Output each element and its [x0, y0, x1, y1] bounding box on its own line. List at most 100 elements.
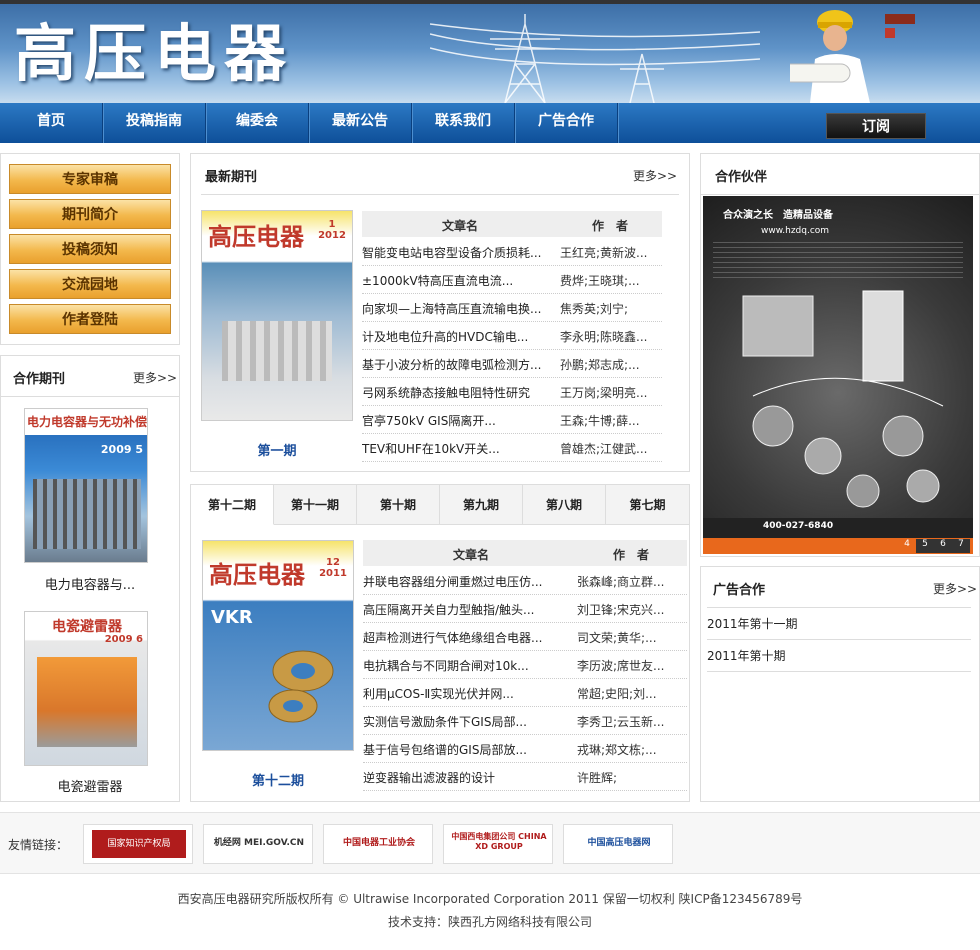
pager-page[interactable]: 4: [898, 539, 916, 553]
tab-issue-11[interactable]: 第十一期: [274, 485, 357, 525]
nav-advertising[interactable]: 广告合作: [515, 103, 618, 143]
pager-page[interactable]: 7: [952, 539, 970, 553]
article-author: 焦秀英;刘宁;: [560, 302, 629, 316]
latest-journal-cover[interactable]: 高压电器 1 2012: [201, 210, 353, 421]
partner-ad-footer: 400-027-6840: [703, 518, 973, 538]
article-title[interactable]: 并联电容器组分闸重燃过电压仿...: [363, 573, 569, 590]
article-title[interactable]: 基于信号包络谱的GIS局部放...: [363, 741, 569, 758]
sidebar-author-login[interactable]: 作者登陆: [9, 304, 171, 334]
partner-ad-url: www.hzdq.com: [761, 226, 830, 236]
tab-issue-7[interactable]: 第七期: [606, 485, 689, 525]
article-author: 张森峰;商立群...: [577, 575, 665, 589]
article-row[interactable]: TEV和UHF在10kV开关... 曾雄杰;江健武...: [362, 434, 662, 462]
site-banner: 高压电器: [0, 4, 980, 103]
coop-journal-caption[interactable]: 电瓷避雷器: [1, 776, 179, 795]
article-author: 李秀卫;云玉新...: [577, 715, 665, 729]
ads-more-link[interactable]: 更多>>: [933, 580, 977, 597]
issue-label[interactable]: 第十二期: [202, 770, 354, 789]
sidebar-journal-intro[interactable]: 期刊简介: [9, 199, 171, 229]
tab-issue-8[interactable]: 第八期: [523, 485, 606, 525]
article-title[interactable]: 利用μCOS-Ⅱ实现光伏并网...: [363, 685, 569, 702]
article-title[interactable]: 计及地电位升高的HVDC输电...: [362, 328, 552, 345]
article-title[interactable]: 基于小波分析的故障电弧检测方...: [362, 356, 552, 373]
article-title[interactable]: 智能变电站电容型设备介质损耗...: [362, 244, 552, 261]
article-row[interactable]: 利用μCOS-Ⅱ实现光伏并网... 常超;史阳;刘...: [363, 679, 687, 707]
article-row[interactable]: 超声检测进行气体绝缘组合电器... 司文荣;黄华;...: [363, 623, 687, 651]
article-row[interactable]: 官亭750kV GIS隔离开... 王森;牛博;薛...: [362, 406, 662, 434]
divider: [707, 607, 971, 608]
article-title[interactable]: 逆变器输出滤波器的设计: [363, 769, 569, 786]
sidebar-expert-review[interactable]: 专家审稿: [9, 164, 171, 194]
latest-journal-more-link[interactable]: 更多>>: [633, 167, 677, 184]
friend-link-logo: 中国高压电器网: [587, 838, 651, 848]
subscribe-button[interactable]: 订阅: [826, 113, 926, 139]
article-row[interactable]: 弓网系统静态接触电阻特性研究 王万岗;梁明亮...: [362, 378, 662, 406]
tab-issue-10[interactable]: 第十期: [357, 485, 440, 525]
cover-title: 高压电器: [209, 560, 305, 589]
tab-issue-9[interactable]: 第九期: [440, 485, 523, 525]
sidebar-forum[interactable]: 交流园地: [9, 269, 171, 299]
article-row[interactable]: 实测信号激励条件下GIS局部... 李秀卫;云玉新...: [363, 707, 687, 735]
partner-ad-banner[interactable]: 合众演之长 造精品设备 www.hzdq.com 400-027-6840 4 …: [703, 196, 973, 554]
article-author: 孙鹏;郑志成;...: [560, 358, 640, 372]
ad-item[interactable]: 2011年第十一期: [707, 615, 798, 632]
article-row[interactable]: 并联电容器组分闸重燃过电压仿... 张森峰;商立群...: [363, 567, 687, 595]
article-title[interactable]: TEV和UHF在10kV开关...: [362, 440, 552, 457]
friend-link[interactable]: 机经网 MEI.GOV.CN: [203, 824, 313, 864]
article-row[interactable]: 智能变电站电容型设备介质损耗... 王红亮;黄新波...: [362, 238, 662, 266]
article-title[interactable]: ±1000kV特高压直流电流...: [362, 272, 552, 289]
article-row[interactable]: 电抗耦合与不同期合闸对10k... 李历波;席世友...: [363, 651, 687, 679]
article-title[interactable]: 向家坝—上海特高压直流输电换...: [362, 300, 552, 317]
nav-editorial-board[interactable]: 编委会: [206, 103, 309, 143]
sidebar-submission-notes[interactable]: 投稿须知: [9, 234, 171, 264]
ad-item[interactable]: 2011年第十期: [707, 647, 786, 664]
article-author: 常超;史阳;刘...: [577, 687, 657, 701]
nav-submission-guide[interactable]: 投稿指南: [103, 103, 206, 143]
article-author: 李历波;席世友...: [577, 659, 665, 673]
footer-copyright: 西安高压电器研究所版权所有 © Ultrawise Incorporated C…: [177, 892, 803, 906]
partner-ad-text: [713, 242, 963, 282]
article-title[interactable]: 官亭750kV GIS隔离开...: [362, 412, 552, 429]
main-nav: 首页 投稿指南 编委会 最新公告 联系我们 广告合作 订阅: [0, 103, 980, 143]
article-row[interactable]: 逆变器输出滤波器的设计 许胜辉;: [363, 763, 687, 791]
article-author: 王万岗;梁明亮...: [560, 386, 648, 400]
coop-journal-cover[interactable]: 电力电容器与无功补偿 2009 5: [24, 408, 148, 563]
cover-issue: 2009 5: [100, 443, 143, 456]
cover-issue: 2009 6: [104, 634, 143, 645]
divider: [201, 194, 679, 195]
friend-link[interactable]: 中国电器工业协会: [323, 824, 433, 864]
article-title[interactable]: 弓网系统静态接触电阻特性研究: [362, 384, 552, 401]
article-title[interactable]: 实测信号激励条件下GIS局部...: [363, 713, 569, 730]
issue-cover[interactable]: 高压电器 12 2011 VKR: [202, 540, 354, 751]
article-author: 王森;牛博;薛...: [560, 414, 640, 428]
coop-journal-cover[interactable]: 电瓷避雷器 2009 6: [24, 611, 148, 766]
article-row[interactable]: 高压隔离开关自力型触指/触头... 刘卫锋;宋克兴...: [363, 595, 687, 623]
friend-links-label: 友情链接：: [8, 838, 69, 852]
coop-journal-caption[interactable]: 电力电容器与...: [1, 574, 179, 593]
article-row[interactable]: 基于信号包络谱的GIS局部放... 戎琳;郑文栋;...: [363, 735, 687, 763]
nav-home[interactable]: 首页: [0, 103, 103, 143]
divider: [701, 194, 979, 195]
cover-photo: [33, 479, 141, 549]
article-row[interactable]: 计及地电位升高的HVDC输电... 李永明;陈晓鑫...: [362, 322, 662, 350]
tab-issue-12[interactable]: 第十二期: [191, 485, 274, 525]
pager-page[interactable]: 6: [934, 539, 952, 553]
coop-journals-panel: 合作期刊 更多>> 电力电容器与无功补偿 2009 5 电力电容器与... 电瓷…: [0, 355, 180, 802]
nav-announcements[interactable]: 最新公告: [309, 103, 412, 143]
article-title[interactable]: 高压隔离开关自力型触指/触头...: [363, 601, 569, 618]
partners-title: 合作伙伴: [715, 170, 768, 185]
partners-panel: 合作伙伴 合众演之长 造精品设备 www.hzdq.com 400-027-68…: [700, 153, 980, 557]
friend-link[interactable]: 国家知识产权局: [83, 824, 193, 864]
nav-contact[interactable]: 联系我们: [412, 103, 515, 143]
latest-issue-label[interactable]: 第一期: [201, 440, 353, 459]
article-row[interactable]: ±1000kV特高压直流电流... 费烨;王晓琪;...: [362, 266, 662, 294]
friend-link[interactable]: 中国西电集团公司 CHINA XD GROUP: [443, 824, 553, 864]
article-title[interactable]: 电抗耦合与不同期合闸对10k...: [363, 657, 569, 674]
site-logo[interactable]: 高压电器: [14, 18, 294, 90]
article-row[interactable]: 基于小波分析的故障电弧检测方... 孙鹏;郑志成;...: [362, 350, 662, 378]
article-title[interactable]: 超声检测进行气体绝缘组合电器...: [363, 629, 569, 646]
friend-link[interactable]: 中国高压电器网: [563, 824, 673, 864]
article-row[interactable]: 向家坝—上海特高压直流输电换... 焦秀英;刘宁;: [362, 294, 662, 322]
pager-page[interactable]: 5: [916, 539, 934, 553]
coop-journals-more-link[interactable]: 更多>>: [133, 369, 177, 386]
